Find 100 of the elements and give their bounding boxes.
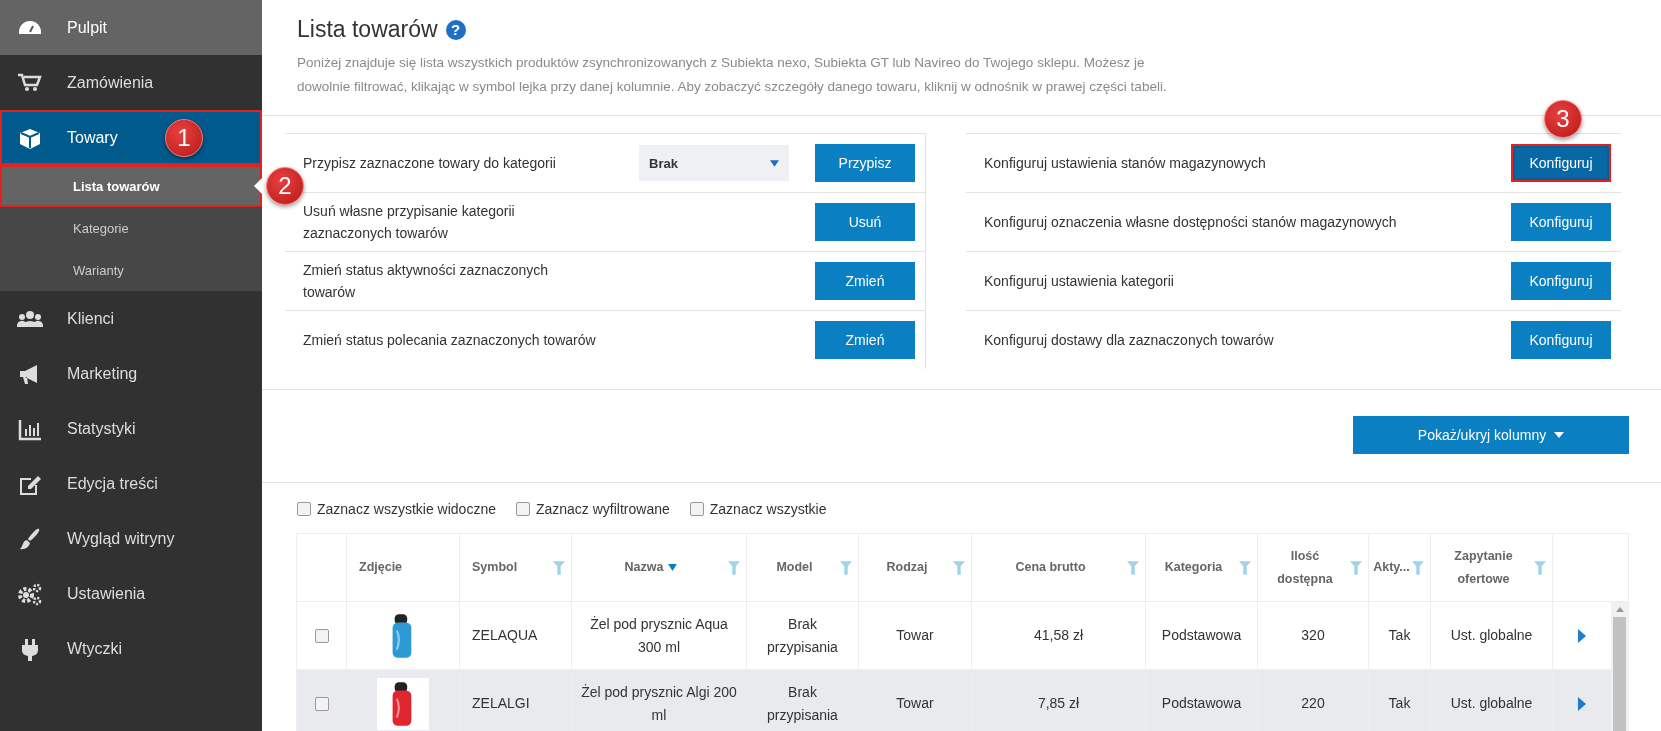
column-header[interactable]: Model bbox=[747, 534, 859, 602]
sidebar-item[interactable]: Edycja treści bbox=[0, 456, 262, 511]
column-header[interactable]: Rodzaj bbox=[859, 534, 972, 602]
checkbox-label: Zaznacz wszystkie widoczne bbox=[317, 501, 496, 517]
help-icon[interactable]: ? bbox=[445, 19, 466, 40]
table-cell-text: Podstawowa bbox=[1161, 626, 1242, 645]
filter-icon[interactable] bbox=[1534, 561, 1546, 575]
column-label: Ilość dostępna bbox=[1276, 547, 1334, 588]
filter-icon[interactable] bbox=[553, 561, 565, 575]
column-label: Model bbox=[776, 559, 813, 576]
column-header[interactable]: Akty... bbox=[1369, 534, 1431, 602]
table-cell-text: Żel pod prysznic Aqua 300 ml bbox=[589, 614, 729, 657]
menu-label: Klienci bbox=[67, 309, 115, 328]
menu-label: Zamówienia bbox=[67, 73, 154, 92]
action-label: Konfiguruj dostawy dla zaznaczonych towarów bbox=[984, 331, 1275, 350]
sort-icon[interactable] bbox=[668, 564, 678, 571]
configure-button[interactable]: Konfiguruj bbox=[1511, 203, 1611, 241]
configure-button[interactable]: Konfiguruj bbox=[1511, 321, 1611, 359]
action-label: Zmień status aktywności zaznaczonych towarów bbox=[303, 261, 550, 302]
callout-badge: 2 bbox=[266, 167, 304, 205]
caret-icon bbox=[770, 159, 779, 167]
filter-icon[interactable] bbox=[1127, 561, 1139, 575]
menu-label: Pulpit bbox=[67, 18, 108, 37]
table-cell-text: 320 bbox=[1301, 626, 1325, 645]
scroll-up-arrow-icon[interactable] bbox=[1615, 607, 1624, 612]
menu-label: Statystyki bbox=[67, 419, 136, 438]
menu-item-icon bbox=[16, 581, 44, 606]
column-header[interactable]: Symbol bbox=[460, 534, 572, 602]
sidebar-item[interactable]: Marketing bbox=[0, 346, 262, 401]
menu-label: Towary bbox=[67, 128, 118, 147]
column-header[interactable]: Zapytanie ofertowe bbox=[1431, 534, 1553, 602]
checkbox-label: Zaznacz wszystkie bbox=[709, 501, 827, 517]
filter-icon[interactable] bbox=[953, 561, 965, 575]
checkbox[interactable] bbox=[689, 502, 704, 516]
page-title: Lista towarów bbox=[297, 16, 438, 43]
filter-icon[interactable] bbox=[1412, 561, 1424, 575]
action-button[interactable]: Usuń bbox=[815, 203, 915, 241]
configure-button[interactable]: Konfiguruj bbox=[1511, 144, 1611, 182]
checkbox[interactable] bbox=[515, 502, 530, 516]
action-button[interactable]: Zmień bbox=[815, 321, 915, 359]
table-cell-text: ZELAQUA bbox=[472, 626, 538, 645]
column-label: Cena brutto bbox=[1015, 559, 1086, 576]
submenu-item[interactable]: Kategorie bbox=[0, 207, 262, 249]
sidebar-item[interactable]: Pulpit bbox=[0, 0, 262, 55]
selection-pointer-icon bbox=[254, 178, 262, 194]
column-header[interactable]: Kategoria bbox=[1146, 534, 1258, 602]
callout-badge: 3 bbox=[1544, 100, 1582, 138]
checkbox[interactable] bbox=[297, 502, 311, 516]
filter-icon[interactable] bbox=[1350, 561, 1362, 575]
column-label: Zapytanie ofertowe bbox=[1453, 547, 1514, 588]
menu-label: Ustawienia bbox=[67, 584, 146, 603]
column-label: Akty... bbox=[1373, 559, 1410, 576]
action-button[interactable]: Zmień bbox=[815, 262, 915, 300]
table-cell-text: Brak przypisania bbox=[766, 682, 839, 725]
column-label: Nazwa bbox=[624, 559, 664, 576]
filter-icon[interactable] bbox=[728, 561, 740, 575]
sidebar-item[interactable]: Statystyki bbox=[0, 401, 262, 456]
table-row[interactable]: ZELALGI Żel pod prysznic Algi 200 ml Brak przypisania Towar 7,85 zł Podstawowa 220 Tak Ust. globalne bbox=[297, 670, 1611, 731]
column-header[interactable]: Ilość dostępna bbox=[1258, 534, 1369, 602]
table-cell-text: Ust. globalne bbox=[1450, 694, 1533, 713]
table-cell-text: Tak bbox=[1388, 626, 1411, 645]
checkbox-label: Zaznacz wyfiltrowane bbox=[535, 501, 670, 517]
table-cell-text: 7,85 zł bbox=[1037, 694, 1080, 713]
sidebar-item[interactable]: Wtyczki bbox=[0, 621, 262, 676]
row-checkbox[interactable] bbox=[314, 696, 329, 711]
table-cell-text: Żel pod prysznic Algi 200 ml bbox=[580, 682, 738, 725]
menu-label: Marketing bbox=[67, 364, 138, 383]
sidebar-item[interactable]: Zamówienia bbox=[0, 55, 262, 110]
action-button[interactable]: Przypisz bbox=[815, 144, 915, 182]
menu-label: Wygląd witryny bbox=[67, 529, 175, 548]
table-cell-text: Ust. globalne bbox=[1450, 626, 1533, 645]
table-cell-text: Podstawowa bbox=[1161, 694, 1242, 713]
row-checkbox[interactable] bbox=[314, 628, 329, 643]
sidebar-item[interactable]: Klienci bbox=[0, 291, 262, 346]
scrollbar[interactable] bbox=[1611, 602, 1628, 731]
action-label: Zmień status polecania zaznaczonych towarów bbox=[303, 331, 597, 350]
sidebar-item[interactable]: Wygląd witryny bbox=[0, 511, 262, 566]
submenu-item[interactable]: Lista towarów bbox=[0, 165, 262, 207]
configure-button[interactable]: Konfiguruj bbox=[1511, 262, 1611, 300]
sidebar-item[interactable]: Ustawienia bbox=[0, 566, 262, 621]
column-label: Symbol bbox=[472, 559, 518, 576]
menu-label: Wtyczki bbox=[67, 639, 123, 658]
filter-icon[interactable] bbox=[840, 561, 852, 575]
table-cell-text: Tak bbox=[1388, 694, 1411, 713]
details-arrow-icon[interactable] bbox=[1578, 628, 1586, 643]
column-label: Zdjęcie bbox=[359, 559, 403, 576]
details-arrow-icon[interactable] bbox=[1578, 696, 1586, 711]
table-cell-text: ZELALGI bbox=[472, 694, 530, 713]
page-description: Poniżej znajduje się lista wszystkich produktów zsynchronizowanych z Subiekta nexo, Subiekta GT lub Navireo do Twojego sklepu. Możesz je dowolnie filtrować, klikając w symbol lejka przy danej kolumnie. Aby zobaczyć szczegóły danego towaru, kliknij w odnośnik w prawej części tabeli. bbox=[297, 54, 1168, 96]
action-label: Konfiguruj oznaczenia własne dostępności stanów magazynowych bbox=[984, 213, 1398, 232]
columns-dropdown-button[interactable]: Pokaż/ukryj kolumny bbox=[1353, 416, 1629, 454]
table-cell-text: Towar bbox=[896, 626, 934, 645]
column-header[interactable]: Cena brutto bbox=[972, 534, 1146, 602]
column-header[interactable]: Nazwa bbox=[572, 534, 747, 602]
column-header[interactable]: Zdjęcie bbox=[347, 534, 460, 602]
column-label: Kategoria bbox=[1164, 559, 1223, 576]
filter-icon[interactable] bbox=[1239, 561, 1251, 575]
submenu-item[interactable]: Warianty bbox=[0, 249, 262, 291]
category-dropdown[interactable]: Brak bbox=[639, 145, 789, 181]
action-label: Konfiguruj ustawienia stanów magazynowych bbox=[984, 154, 1267, 173]
